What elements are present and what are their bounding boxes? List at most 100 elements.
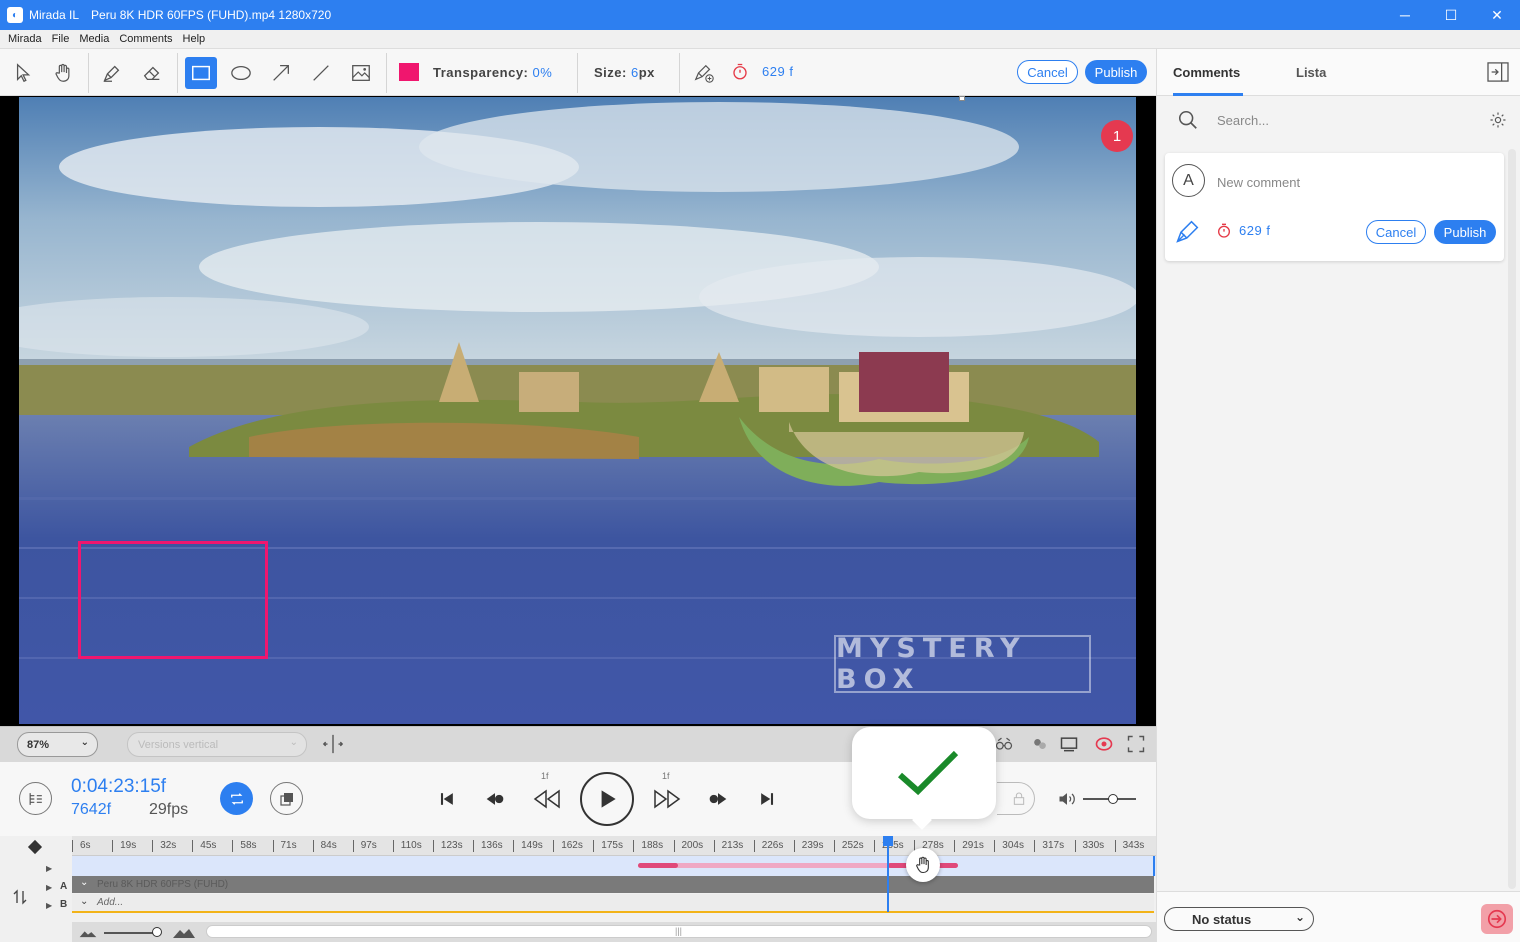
rectangle-tool-button[interactable]	[185, 57, 217, 89]
step-back-button[interactable]	[532, 788, 562, 810]
chevron-down-icon[interactable]: ⌄	[80, 896, 88, 907]
eraser-tool-button[interactable]	[136, 57, 168, 89]
menu-file[interactable]: File	[52, 33, 70, 45]
search-input[interactable]: Search...	[1217, 113, 1269, 128]
eye-icon[interactable]	[1093, 734, 1115, 754]
ruler-label: 58s	[240, 840, 257, 851]
zoom-out-icon[interactable]	[78, 928, 98, 938]
play-button[interactable]	[580, 772, 634, 826]
tab-comments[interactable]: Comments	[1173, 65, 1240, 80]
maximize-button[interactable]: ☐	[1428, 0, 1474, 30]
next-marker-button[interactable]	[706, 789, 730, 809]
time-ruler[interactable]: 6s 19s 32s 45s 58s 71s 84s 97s 110s 123s 136s 149s 1…	[72, 836, 1156, 856]
split-view-icon[interactable]	[322, 733, 344, 755]
gear-icon[interactable]	[1489, 111, 1507, 129]
size-value[interactable]: 6	[631, 65, 639, 80]
comment-cancel-button[interactable]: Cancel	[1366, 220, 1426, 244]
timecode[interactable]: 0:04:23:15f	[71, 776, 166, 798]
chevron-down-icon[interactable]: ⌄	[80, 877, 88, 888]
search-icon	[1178, 110, 1197, 129]
zoom-in-icon[interactable]	[172, 927, 196, 939]
ruler-tick	[352, 840, 354, 852]
video-viewer[interactable]: MYSTERY BOX 1	[0, 96, 1156, 726]
menu-help[interactable]: Help	[183, 33, 206, 45]
marker-track[interactable]	[72, 856, 1156, 876]
timeline-zoom-slider[interactable]	[104, 932, 158, 934]
frame-counter[interactable]: 7642f	[71, 801, 111, 819]
annotate-button[interactable]	[1174, 217, 1202, 245]
drag-handle[interactable]	[906, 848, 940, 882]
prev-marker-button[interactable]	[483, 789, 507, 809]
tab-underline	[1173, 93, 1243, 96]
toolbar-cancel-button[interactable]: Cancel	[1017, 60, 1078, 84]
pan-tool-button[interactable]	[47, 57, 79, 89]
rectangle-annotation[interactable]	[78, 541, 268, 659]
arrow-tool-button[interactable]	[265, 57, 297, 89]
image-tool-button[interactable]	[345, 57, 377, 89]
expand-caret-icon[interactable]: ▶	[46, 883, 52, 892]
color-swatch[interactable]	[399, 63, 419, 81]
exit-review-button[interactable]	[1481, 904, 1513, 934]
track-a-name: Peru 8K HDR 60FPS (FUHD)	[97, 879, 229, 890]
track-b[interactable]: ⌄ Add...	[72, 894, 1154, 913]
comment-publish-button[interactable]: Publish	[1434, 220, 1496, 244]
image-icon	[352, 65, 370, 81]
screen-icon[interactable]	[1058, 734, 1080, 754]
timeline-zoom-knob[interactable]	[152, 927, 162, 937]
tab-lista[interactable]: Lista	[1296, 65, 1326, 80]
minimize-button[interactable]: ─	[1382, 0, 1428, 30]
transparency-value[interactable]: 0%	[533, 65, 553, 80]
toolbar-publish-button[interactable]: Publish	[1085, 60, 1147, 84]
line-tool-button[interactable]	[305, 57, 337, 89]
comment-marker[interactable]: 1	[1101, 120, 1133, 152]
frame-value: 629	[762, 64, 786, 79]
close-button[interactable]: ✕	[1474, 0, 1520, 30]
go-to-start-button[interactable]	[437, 789, 457, 809]
expand-caret-icon[interactable]: ▶	[46, 901, 52, 910]
step-forward-button[interactable]	[652, 788, 682, 810]
menu-mirada[interactable]: Mirada	[8, 33, 42, 45]
go-to-end-button[interactable]	[757, 789, 777, 809]
volume-icon[interactable]	[1057, 789, 1077, 809]
playhead[interactable]	[887, 836, 889, 912]
ruler-label: 317s	[1042, 840, 1065, 851]
keyframe-icon[interactable]	[27, 839, 43, 855]
status-select[interactable]: No status ⌄	[1164, 907, 1314, 931]
volume-slider-knob[interactable]	[1108, 794, 1118, 804]
ruler-tick	[513, 840, 515, 852]
select-tool-button[interactable]	[8, 57, 40, 89]
panel-scrollbar[interactable]	[1508, 149, 1516, 889]
menu-media[interactable]: Media	[79, 33, 109, 45]
zoom-select[interactable]: 87% ⌄	[17, 732, 98, 757]
title-bar: ◐ Mirada IL Peru 8K HDR 60FPS (FUHD).mp4…	[0, 0, 1520, 30]
ruler-tick	[432, 840, 434, 852]
track-b-name[interactable]: Add...	[97, 897, 123, 908]
video-frame[interactable]: MYSTERY BOX 1	[19, 97, 1136, 724]
overlay-button[interactable]	[270, 782, 303, 815]
timeline-settings-button[interactable]	[19, 782, 52, 815]
fullscreen-icon[interactable]	[1125, 734, 1147, 754]
lock-toggle[interactable]	[997, 782, 1035, 815]
chevron-down-icon: ⌄	[80, 737, 89, 748]
compare-icon[interactable]	[993, 734, 1015, 754]
menu-comments[interactable]: Comments	[119, 33, 172, 45]
pen-tool-button[interactable]	[96, 57, 128, 89]
new-comment-card: A New comment 629 f Cancel Publish	[1165, 153, 1504, 261]
color-channels-icon[interactable]	[1029, 734, 1051, 754]
annotate-frame-button[interactable]	[688, 57, 720, 89]
versions-select[interactable]: Versions vertical ⌄	[127, 732, 307, 757]
track-a[interactable]: ⌄ Peru 8K HDR 60FPS (FUHD)	[72, 876, 1154, 893]
ruler-tick	[994, 840, 996, 852]
expand-caret-icon[interactable]: ▶	[46, 864, 52, 873]
ellipse-tool-button[interactable]	[225, 57, 257, 89]
lock-icon	[1013, 792, 1025, 805]
collapse-panel-button[interactable]	[1487, 62, 1509, 82]
playhead-handle[interactable]	[883, 836, 893, 846]
range-start[interactable]	[638, 863, 678, 868]
new-comment-input[interactable]: New comment	[1217, 175, 1300, 190]
swap-tracks-icon[interactable]	[11, 888, 29, 906]
ruler-label: 343s	[1122, 840, 1145, 851]
resize-handle[interactable]	[959, 96, 965, 101]
loop-button[interactable]	[220, 782, 253, 815]
timeline-scrollbar[interactable]: |||	[206, 925, 1152, 938]
